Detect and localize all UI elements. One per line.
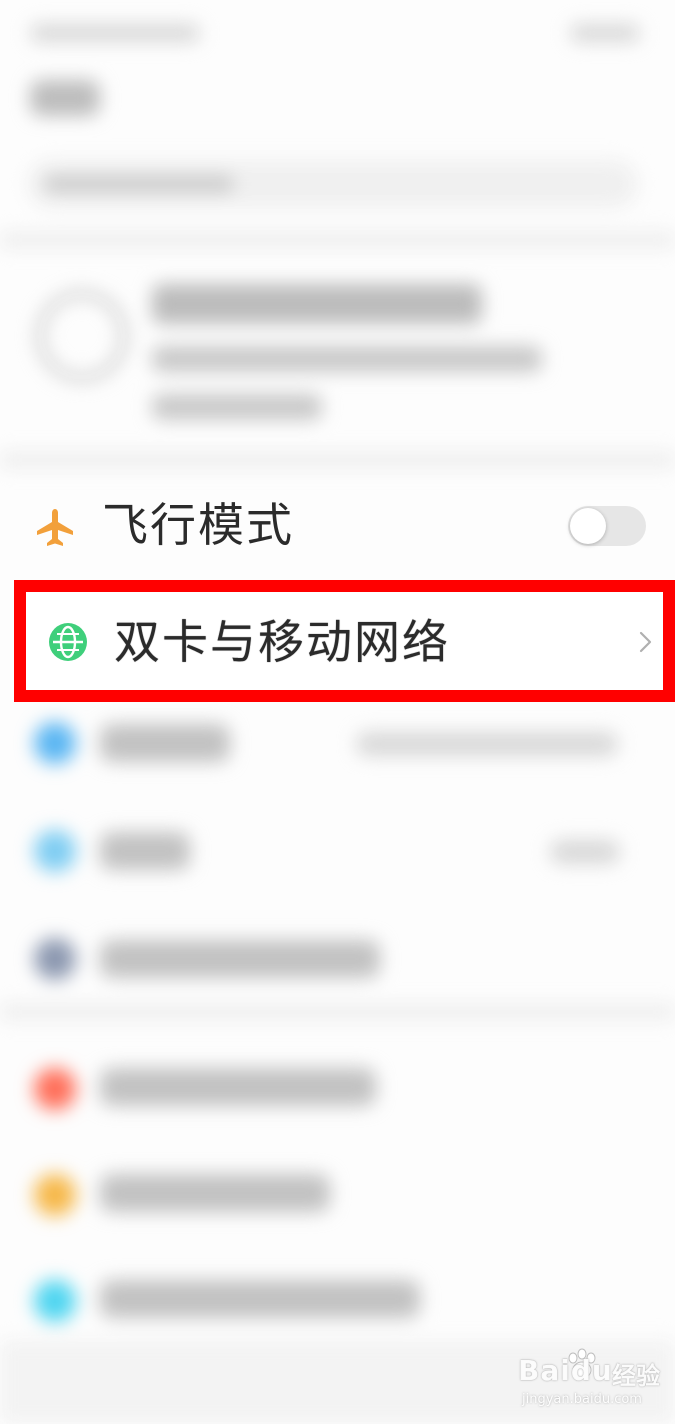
settings-screen: 飞行模式 双卡与移动网络 Baidu 经验 jingyan.baidu.com (0, 0, 675, 1424)
toggle-knob (570, 508, 606, 544)
notification-label-blur (100, 1068, 376, 1106)
watermark-brand: Baidu (518, 1354, 613, 1387)
airplane-icon (37, 509, 73, 546)
dual-sim-network-label: 双卡与移动网络 (114, 615, 450, 669)
globe-icon (49, 623, 87, 661)
dual-sim-network-row[interactable]: 双卡与移动网络 (26, 592, 663, 690)
section-divider (0, 1004, 675, 1020)
chevron-right-icon (639, 631, 652, 653)
display-icon (34, 1174, 76, 1216)
wallpaper-icon (34, 1280, 76, 1322)
wlan-label-blur (100, 724, 230, 762)
account-info-blur-2 (152, 394, 322, 420)
bluetooth-label-blur (100, 832, 190, 870)
watermark-url: jingyan.baidu.com (522, 1392, 642, 1407)
bluetooth-value-blur (550, 840, 620, 864)
account-avatar (36, 290, 128, 382)
highlight-box: 双卡与移动网络 (14, 580, 675, 702)
status-bar-right-blur (570, 24, 640, 42)
wifi-icon (34, 722, 76, 764)
page-title-blur (30, 80, 100, 116)
section-divider (0, 452, 675, 468)
status-bar-blur (30, 24, 200, 42)
wallpaper-label-blur (100, 1280, 420, 1318)
search-placeholder-blur (44, 176, 234, 192)
connection-icon (34, 938, 76, 980)
display-label-blur (100, 1174, 330, 1212)
bluetooth-icon (34, 830, 76, 872)
watermark-suffix: 经验 (612, 1362, 660, 1390)
connection-label-blur (100, 940, 380, 978)
airplane-mode-label: 飞行模式 (102, 498, 294, 552)
airplane-mode-row[interactable]: 飞行模式 (0, 470, 675, 582)
baidu-watermark: Baidu 经验 jingyan.baidu.com (504, 1348, 664, 1414)
section-divider (0, 232, 675, 248)
wlan-value-blur (356, 732, 618, 756)
account-name-blur (152, 284, 482, 324)
account-info-blur (152, 346, 542, 372)
airplane-mode-toggle[interactable] (568, 506, 646, 546)
notification-icon (34, 1068, 76, 1110)
